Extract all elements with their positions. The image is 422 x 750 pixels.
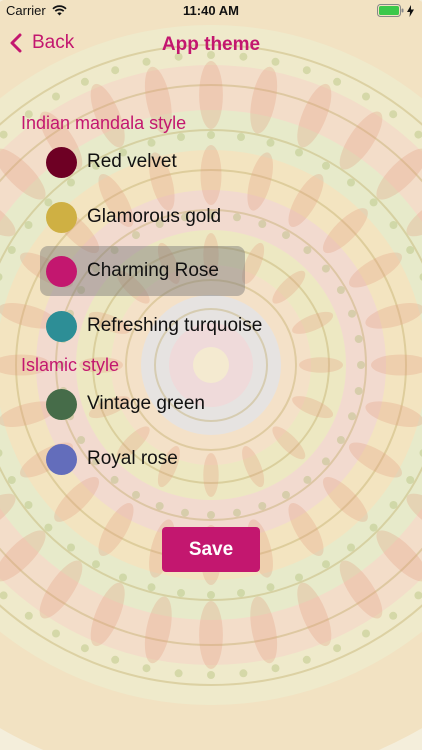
save-button[interactable]: Save <box>162 527 260 572</box>
theme-label: Red velvet <box>87 151 177 172</box>
battery-icon <box>377 4 414 17</box>
section-title-islamic: Islamic style <box>21 355 120 375</box>
page-title: App theme <box>161 34 261 55</box>
theme-label: Royal rose <box>87 448 178 469</box>
navigation-bar: Back App theme <box>0 22 422 70</box>
theme-label: Vintage green <box>87 393 205 414</box>
color-swatch <box>46 146 77 178</box>
theme-option-royal-rose[interactable]: Royal rose <box>40 434 245 484</box>
status-bar: Carrier 11:40 AM <box>0 0 422 22</box>
theme-option-red-velvet[interactable]: Red velvet <box>40 137 245 187</box>
color-swatch <box>46 255 77 287</box>
color-swatch <box>46 201 77 233</box>
color-swatch <box>46 388 77 420</box>
theme-option-vintage-green[interactable]: Vintage green <box>40 379 245 429</box>
color-swatch <box>46 443 77 475</box>
theme-label: Glamorous gold <box>87 206 222 227</box>
charging-bolt-icon <box>407 4 414 17</box>
color-swatch <box>46 310 77 342</box>
theme-label: Refreshing turquoise <box>87 315 263 336</box>
theme-option-refreshing-turquoise[interactable]: Refreshing turquoise <box>40 301 262 351</box>
section-title-indian-mandala: Indian mandala style <box>21 113 187 133</box>
theme-option-charming-rose[interactable]: Charming Rose <box>40 246 245 296</box>
theme-label: Charming Rose <box>87 260 219 281</box>
theme-option-glamorous-gold[interactable]: Glamorous gold <box>40 192 245 242</box>
status-time: 11:40 AM <box>183 3 239 18</box>
